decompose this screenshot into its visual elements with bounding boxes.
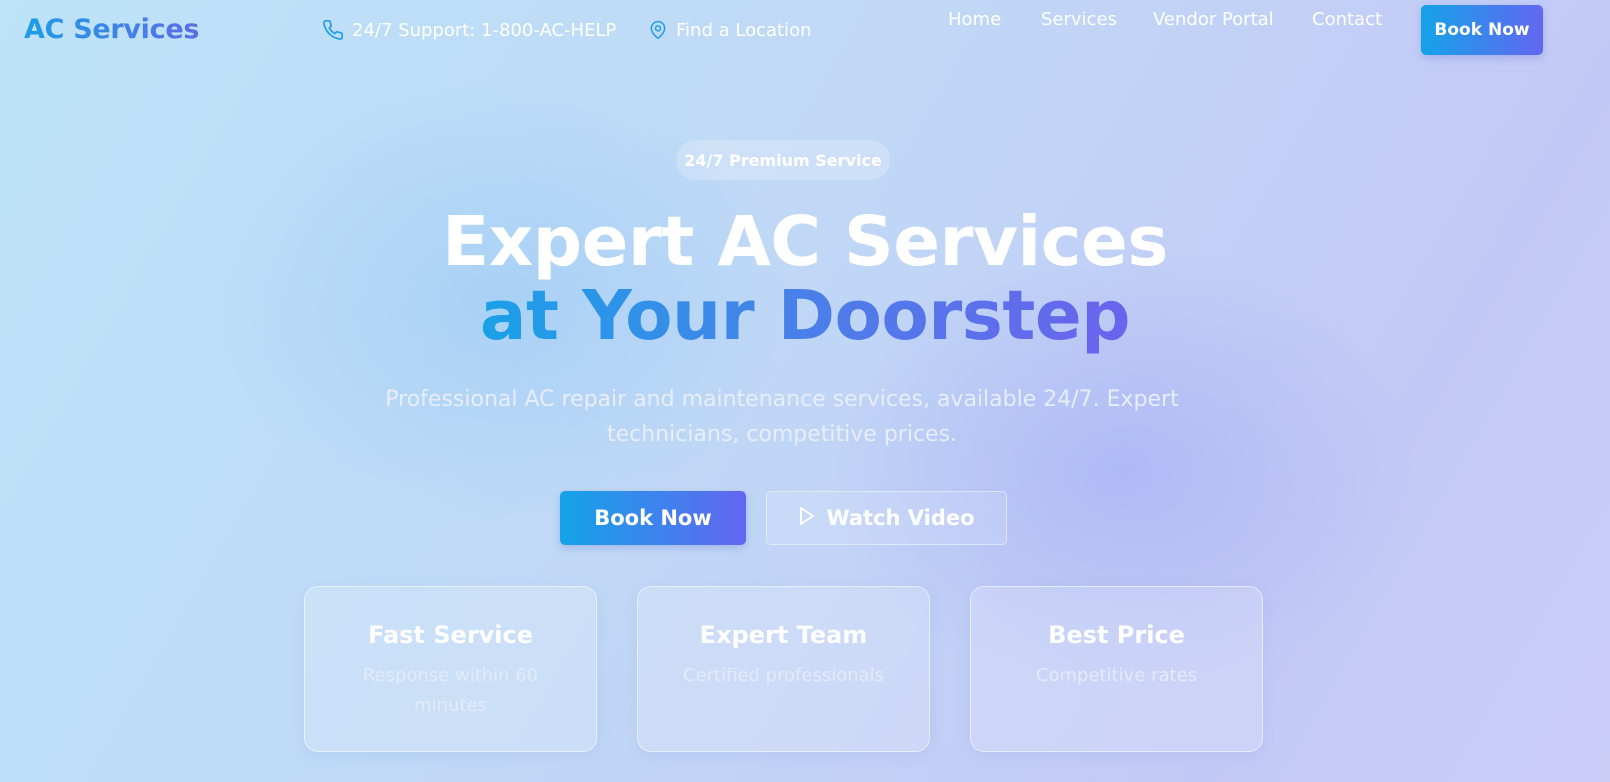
phone-icon <box>322 19 344 41</box>
feature-title: Fast Service <box>367 621 534 649</box>
feature-description: Competitive rates <box>1035 665 1198 686</box>
location-text: Find a Location <box>676 19 812 41</box>
hero-title-line1: Expert AC Services <box>442 202 1168 282</box>
play-icon <box>798 506 816 531</box>
nav-services[interactable]: Services <box>1041 9 1117 30</box>
feature-card-expert-team: Expert Team Certified professionals <box>637 586 930 752</box>
logo[interactable]: AC Services <box>24 14 199 45</box>
watch-video-label: Watch Video <box>826 506 975 530</box>
support-info[interactable]: 24/7 Support: 1-800-AC-HELP <box>322 19 616 41</box>
premium-badge: 24/7 Premium Service <box>676 140 890 180</box>
site-header: AC Services 24/7 Support: 1-800-AC-HELP … <box>0 0 1610 62</box>
nav-vendor-portal[interactable]: Vendor Portal <box>1153 9 1274 30</box>
feature-title: Best Price <box>1048 621 1185 649</box>
feature-card-fast-service: Fast Service Response within 60 minutes <box>304 586 597 752</box>
header-book-now-button[interactable]: Book Now <box>1421 5 1543 55</box>
map-pin-icon <box>648 19 668 41</box>
feature-title: Expert Team <box>699 621 868 649</box>
find-location-link[interactable]: Find a Location <box>648 19 811 41</box>
hero-title-highlight: at Your Doorstep <box>479 276 1131 356</box>
support-text: 24/7 Support: 1-800-AC-HELP <box>352 19 617 41</box>
hero-subtitle: Professional AC repair and maintenance s… <box>385 387 1179 447</box>
feature-description: Certified professionals <box>682 665 885 686</box>
hero-title-line2: at Your Doorstep <box>0 276 1610 356</box>
hero-book-now-button[interactable]: Book Now <box>560 491 746 545</box>
feature-card-best-price: Best Price Competitive rates <box>970 586 1263 752</box>
watch-video-button[interactable]: Watch Video <box>766 491 1007 545</box>
nav-contact[interactable]: Contact <box>1312 9 1382 30</box>
feature-description: Response within 60 minutes <box>362 665 539 716</box>
nav-home[interactable]: Home <box>948 9 1001 30</box>
